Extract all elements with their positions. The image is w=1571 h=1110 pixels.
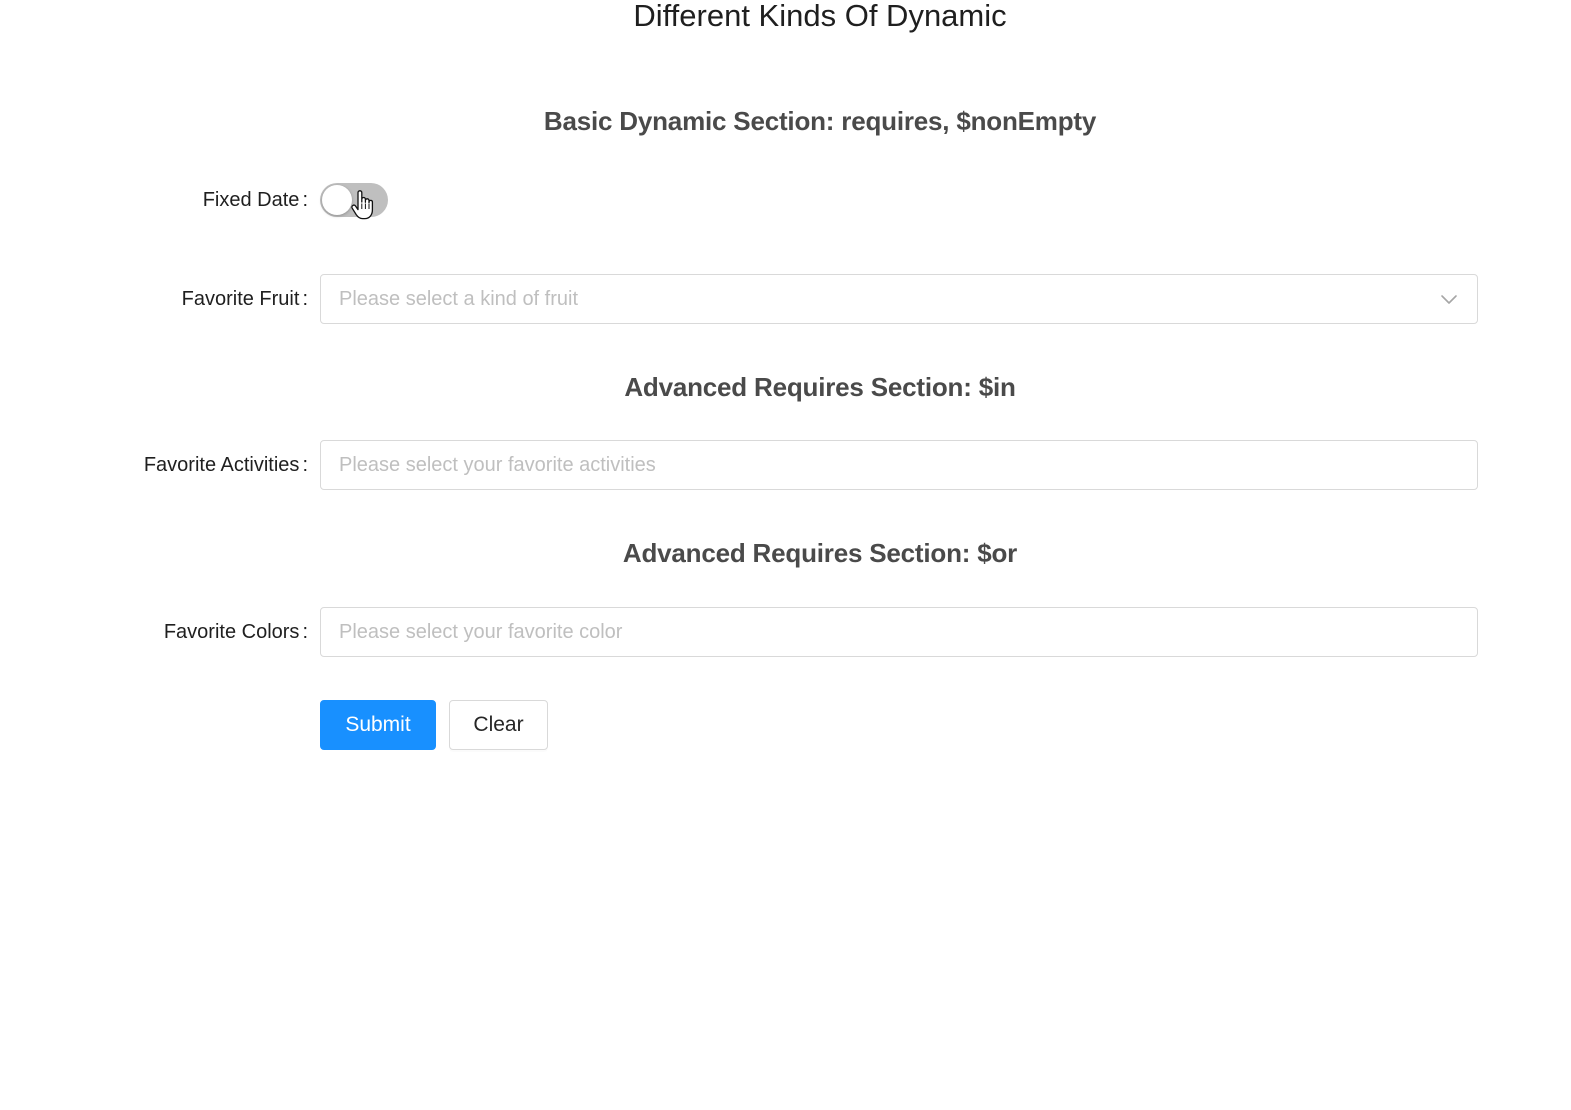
fixed-date-switch[interactable] — [320, 183, 388, 217]
fixed-date-label-text: Fixed Date — [202, 189, 300, 211]
favorite-colors-select[interactable]: Please select your favorite color — [320, 607, 1478, 657]
favorite-activities-label: Favorite Activities: — [144, 451, 308, 479]
page-title: Different Kinds Of Dynamic — [633, 0, 1007, 33]
section-title-basic: Basic Dynamic Section: requires, $nonEmp… — [543, 106, 1097, 136]
favorite-colors-label-colon: : — [302, 621, 308, 643]
favorite-activities-label-colon: : — [302, 454, 308, 476]
favorite-fruit-placeholder: Please select a kind of fruit — [339, 287, 579, 310]
submit-button[interactable]: Submit — [320, 700, 436, 750]
favorite-fruit-label-text: Favorite Fruit — [181, 288, 300, 310]
section-title-advanced-in: Advanced Requires Section: $in — [624, 372, 1016, 402]
favorite-colors-label: Favorite Colors: — [164, 618, 308, 646]
fixed-date-label-colon: : — [302, 189, 308, 211]
favorite-fruit-select[interactable]: Please select a kind of fruit — [320, 274, 1478, 324]
section-title-advanced-or: Advanced Requires Section: $or — [622, 538, 1018, 568]
fixed-date-label: Fixed Date: — [203, 186, 308, 214]
chevron-down-icon — [1441, 295, 1457, 304]
favorite-activities-label-text: Favorite Activities — [143, 454, 300, 476]
favorite-colors-placeholder: Please select your favorite color — [339, 620, 623, 643]
favorite-activities-select[interactable]: Please select your favorite activities — [320, 440, 1478, 490]
favorite-fruit-label: Favorite Fruit: — [182, 285, 308, 313]
favorite-activities-placeholder: Please select your favorite activities — [339, 453, 656, 476]
clear-button[interactable]: Clear — [449, 700, 548, 750]
favorite-colors-label-text: Favorite Colors — [163, 621, 300, 643]
switch-handle — [322, 185, 352, 215]
favorite-fruit-label-colon: : — [302, 288, 308, 310]
